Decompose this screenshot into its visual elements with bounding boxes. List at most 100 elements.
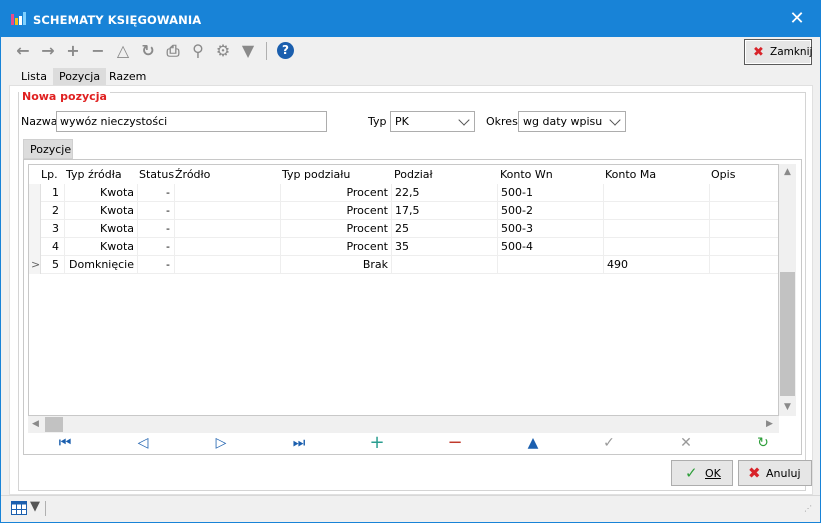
minus-icon[interactable]: −	[88, 41, 108, 61]
refresh-icon[interactable]: ↻	[138, 41, 158, 61]
cell-typ-podzialu: Procent	[281, 184, 392, 202]
cancel-button[interactable]: ✖ Anuluj	[738, 460, 812, 486]
scroll-down-icon[interactable]: ▼	[784, 402, 791, 412]
scroll-up-icon[interactable]: ▲	[784, 167, 791, 177]
title-bar: SCHEMATY KSIĘGOWANIA ✕	[1, 1, 820, 37]
table-row[interactable]: 3 Kwota - Procent 25 500-3	[29, 220, 778, 238]
col-typ-zrodla[interactable]: Typ źródła	[66, 168, 122, 181]
col-opis[interactable]: Opis	[711, 168, 735, 181]
cell-typ-zrodla: Kwota	[65, 238, 138, 256]
scroll-thumb[interactable]	[780, 272, 795, 396]
ok-button-label: OK	[705, 467, 721, 480]
cell-status: -	[138, 220, 175, 238]
scroll-left-icon[interactable]: ◀	[32, 419, 39, 429]
okres-select[interactable]: wg daty wpisu	[518, 111, 626, 132]
cell-zrodlo	[175, 184, 281, 202]
last-icon[interactable]: ⏭	[288, 433, 310, 453]
tab-pozycje[interactable]: Pozycje	[23, 139, 73, 159]
typ-select[interactable]: PK	[390, 111, 475, 132]
print-icon[interactable]: ⎙	[163, 41, 183, 61]
close-x-icon: ✖	[753, 45, 764, 60]
col-konto-wn[interactable]: Konto Wn	[500, 168, 553, 181]
toolbar-separator	[266, 42, 267, 60]
triangle-icon[interactable]: △	[113, 41, 133, 61]
cell-konto-wn: 500-1	[498, 184, 604, 202]
row-indicator	[29, 202, 41, 220]
nazwa-label: Nazwa	[21, 115, 58, 128]
horizontal-scrollbar[interactable]: ◀ ▶	[28, 416, 779, 433]
accept-icon[interactable]: ✓	[598, 433, 620, 453]
status-separator	[45, 501, 46, 516]
cell-lp: 3	[41, 220, 65, 238]
zoom-icon[interactable]: ⚲	[188, 41, 208, 61]
cell-typ-podzialu: Brak	[281, 256, 392, 274]
cell-opis	[710, 202, 778, 220]
cell-opis	[710, 220, 778, 238]
col-podzial[interactable]: Podział	[394, 168, 433, 181]
arrow-right-icon[interactable]: →	[38, 41, 58, 61]
table-row[interactable]: 4 Kwota - Procent 35 500-4	[29, 238, 778, 256]
positions-grid[interactable]: Lp. Typ źródła Status Źródło Typ podział…	[28, 164, 779, 416]
filter-icon[interactable]: ▼	[238, 41, 258, 61]
add-icon[interactable]: +	[366, 433, 388, 453]
cell-zrodlo	[175, 202, 281, 220]
cell-konto-wn: 500-4	[498, 238, 604, 256]
ok-button[interactable]: ✓ OK	[671, 460, 733, 486]
cell-typ-podzialu: Procent	[281, 202, 392, 220]
cell-lp: 1	[41, 184, 65, 202]
cell-podzial: 35	[392, 238, 498, 256]
cell-status: -	[138, 184, 175, 202]
grid-icon[interactable]	[11, 501, 27, 515]
col-konto-ma[interactable]: Konto Ma	[605, 168, 656, 181]
edit-icon[interactable]: ▲	[522, 433, 544, 453]
filter-icon[interactable]: ▼	[30, 499, 40, 514]
tab-bar: Lista Pozycja Razem	[1, 67, 820, 87]
prev-icon[interactable]: ◁	[132, 433, 154, 453]
cancel-icon[interactable]: ✕	[675, 433, 697, 453]
nazwa-input[interactable]: wywóz nieczystości	[56, 111, 327, 132]
first-icon[interactable]: ⏮	[54, 433, 76, 453]
scroll-right-icon[interactable]: ▶	[766, 419, 773, 429]
cell-konto-ma	[604, 184, 710, 202]
vertical-scrollbar[interactable]: ▲ ▼	[779, 164, 796, 416]
col-typ-podzialu[interactable]: Typ podziału	[282, 168, 350, 181]
row-indicator	[29, 238, 41, 256]
plus-icon[interactable]: +	[63, 41, 83, 61]
cell-podzial: 17,5	[392, 202, 498, 220]
help-icon[interactable]: ?	[277, 42, 294, 59]
table-row[interactable]: > 5 Domknięcie - Brak 490	[29, 256, 778, 274]
col-zrodlo[interactable]: Źródło	[175, 168, 210, 181]
app-window: SCHEMATY KSIĘGOWANIA ✕ ← → + − △ ↻ ⎙ ⚲ ⚙…	[0, 0, 821, 523]
gears-icon[interactable]: ⚙	[213, 41, 233, 61]
okres-label: Okres	[486, 115, 518, 128]
close-button[interactable]: ✖ Zamknij	[744, 39, 812, 65]
cell-status: -	[138, 256, 175, 274]
cell-konto-ma	[604, 220, 710, 238]
grid-panel: Lp. Typ źródła Status Źródło Typ podział…	[23, 159, 802, 455]
cell-konto-ma	[604, 202, 710, 220]
grid-navigator: ⏮ ◁ ▷ ⏭ + − ▲ ✓ ✕ ↻	[28, 433, 799, 453]
resize-grip-icon[interactable]: ⋰	[804, 504, 812, 513]
close-icon[interactable]: ✕	[774, 1, 820, 37]
row-indicator	[29, 220, 41, 238]
cell-zrodlo	[175, 220, 281, 238]
status-bar: ▼ ⋰	[1, 495, 820, 522]
arrow-left-icon[interactable]: ←	[13, 41, 33, 61]
cell-konto-ma: 490	[604, 256, 710, 274]
current-row-indicator: >	[29, 256, 41, 274]
typ-value: PK	[395, 115, 409, 128]
cell-konto-wn	[498, 256, 604, 274]
check-icon: ✓	[685, 464, 698, 482]
scroll-thumb[interactable]	[45, 417, 63, 432]
table-row[interactable]: 1 Kwota - Procent 22,5 500-1	[29, 184, 778, 202]
group-title: Nowa pozycja	[19, 90, 110, 103]
typ-label: Typ	[368, 115, 387, 128]
col-lp[interactable]: Lp.	[41, 168, 58, 181]
refresh-icon[interactable]: ↻	[752, 433, 774, 453]
next-icon[interactable]: ▷	[210, 433, 232, 453]
cell-typ-zrodla: Kwota	[65, 202, 138, 220]
table-row[interactable]: 2 Kwota - Procent 17,5 500-2	[29, 202, 778, 220]
col-status[interactable]: Status	[139, 168, 174, 181]
remove-icon[interactable]: −	[444, 433, 466, 453]
cell-lp: 4	[41, 238, 65, 256]
